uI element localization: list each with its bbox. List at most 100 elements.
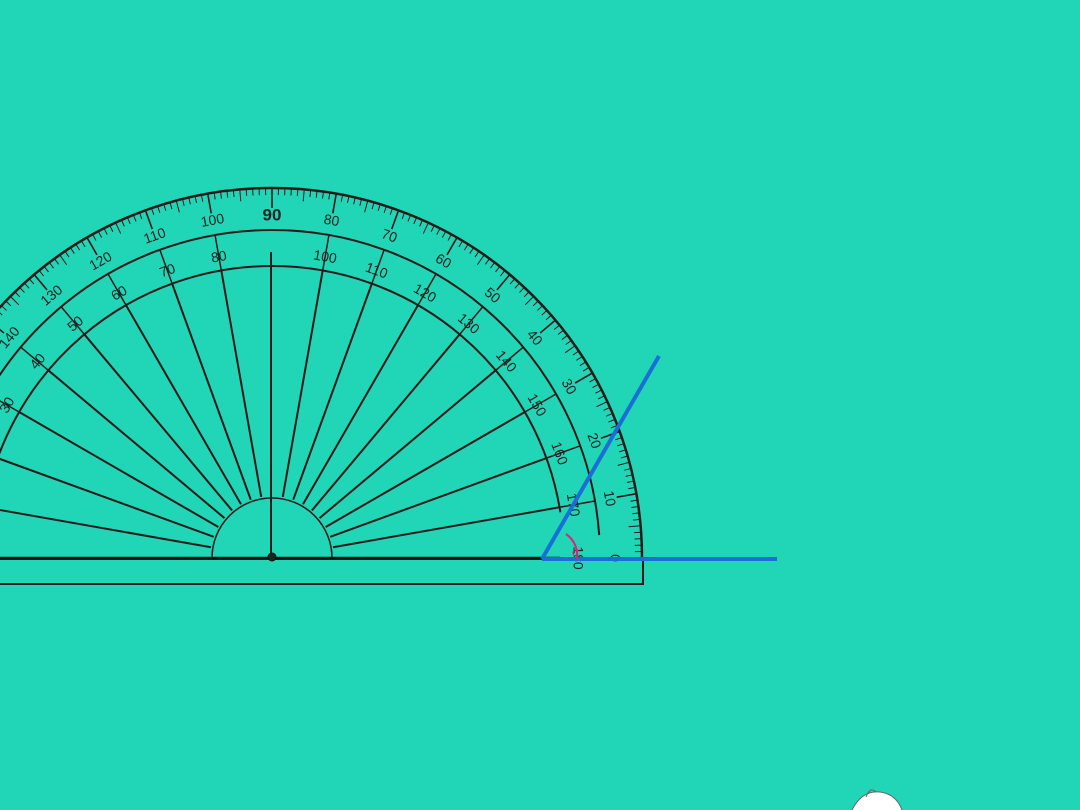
protractor-tick — [476, 254, 485, 266]
protractor-tick — [557, 329, 564, 335]
protractor-tick — [138, 212, 143, 220]
protractor-outer-label: 140 — [0, 323, 23, 351]
protractor-tick — [175, 200, 180, 213]
protractor-inner-label: 100 — [312, 246, 338, 266]
character-peek — [851, 789, 903, 810]
protractor-tick — [194, 195, 198, 204]
protractor-tick — [576, 356, 583, 361]
protractor-tick — [132, 214, 137, 222]
protractor-tick — [401, 212, 406, 220]
protractor-tick — [496, 274, 511, 291]
protractor-tick — [539, 319, 556, 334]
protractor-inner-label: 160 — [548, 440, 571, 468]
protractor-tick — [458, 240, 463, 248]
protractor-center-point — [267, 552, 277, 562]
protractor-tick — [596, 401, 608, 408]
protractor-outer-label: 100 — [199, 210, 225, 230]
protractor-inner-label: 70 — [157, 260, 177, 280]
protractor-spoke — [171, 283, 252, 501]
protractor-tick — [54, 258, 60, 265]
protractor-tick — [500, 270, 506, 277]
protractor[interactable]: 0102030405060708010011012013014015016017… — [0, 186, 644, 585]
protractor-tick — [38, 270, 44, 277]
protractor-outer-label: 40 — [524, 326, 546, 348]
protractor-tick — [564, 345, 576, 354]
protractor-tick — [115, 222, 122, 234]
protractor-tick — [200, 194, 204, 202]
protractor-tick — [553, 324, 560, 330]
protractor-tick — [509, 278, 516, 285]
protractor-tick — [537, 305, 543, 311]
protractor-outer-label: 80 — [323, 211, 341, 229]
protractor-tick — [490, 262, 496, 269]
protractor-tick — [582, 367, 590, 372]
protractor-spoke — [0, 509, 212, 549]
protractor-inner-scale-arc — [0, 265, 562, 513]
protractor-tick — [616, 492, 637, 499]
protractor-tick — [377, 204, 381, 212]
protractor-tick — [14, 291, 21, 298]
protractor-inner-label: 110 — [364, 259, 391, 282]
protractor-tick — [33, 274, 48, 291]
protractor-tick — [121, 219, 125, 227]
protractor-tick — [81, 240, 86, 248]
protractor-outer-label: 20 — [584, 431, 604, 451]
protractor-spokes — [0, 270, 560, 549]
protractor-outer-label: 50 — [482, 284, 504, 306]
protractor-tick — [626, 480, 635, 484]
protractor-tick — [206, 193, 213, 214]
protractor-tick — [48, 262, 54, 269]
protractor-tick — [430, 225, 435, 232]
protractor-tick — [302, 189, 305, 202]
protractor-tick — [422, 222, 429, 234]
protractor-tick — [618, 449, 626, 453]
protractor-tick — [59, 254, 68, 266]
protractor-tick — [565, 340, 572, 346]
protractor-spoke — [329, 457, 547, 538]
protractor-tick — [579, 361, 587, 367]
protractor-inner-label: 80 — [210, 247, 228, 265]
protractor-tick — [474, 250, 480, 258]
protractor-outer-label: 10 — [601, 489, 619, 507]
protractor-tick — [0, 312, 3, 316]
protractor-tick — [75, 243, 81, 251]
protractor-tick — [469, 247, 474, 254]
protractor-tick — [157, 205, 161, 213]
protractor-spoke — [332, 506, 560, 549]
protractor-tick — [163, 204, 167, 212]
protractor-base — [0, 558, 644, 585]
protractor-tick — [561, 334, 568, 340]
protractor-tick — [407, 214, 412, 222]
protractor-tick — [5, 300, 12, 307]
protractor-outer-label: 60 — [433, 250, 455, 272]
protractor-outer-label: 30 — [558, 376, 580, 398]
protractor-tick — [109, 225, 114, 232]
protractor-tick — [436, 228, 441, 235]
protractor-tick — [603, 407, 611, 411]
angle-label: α — [572, 544, 579, 559]
protractor-tick — [617, 461, 630, 466]
protractor-tick — [126, 217, 131, 225]
protractor-tick — [144, 210, 154, 230]
protractor-tick — [617, 443, 625, 447]
protractor-outer-arc — [0, 186, 644, 559]
protractor-top-label: 90 — [263, 205, 282, 224]
protractor-tick — [340, 194, 344, 202]
protractor-tick — [615, 437, 623, 441]
protractor-inner-label: 60 — [108, 282, 130, 304]
protractor-spoke — [281, 270, 324, 498]
protractor-tick — [389, 207, 393, 215]
protractor-tick — [43, 266, 49, 273]
protractor-tick — [541, 310, 548, 316]
protractor-tick — [605, 412, 613, 417]
protractor-ticks — [0, 188, 642, 559]
protractor-tick — [495, 266, 501, 273]
protractor-tick — [92, 234, 97, 241]
protractor-tick — [592, 383, 599, 389]
protractor-tick — [519, 287, 525, 293]
protractor-tick — [620, 455, 628, 459]
protractor-tick — [628, 525, 641, 528]
protractor-tick — [413, 217, 418, 225]
protractor-tick — [484, 258, 490, 265]
protractor-scene: 0102030405060708010011012013014015016017… — [0, 186, 903, 810]
